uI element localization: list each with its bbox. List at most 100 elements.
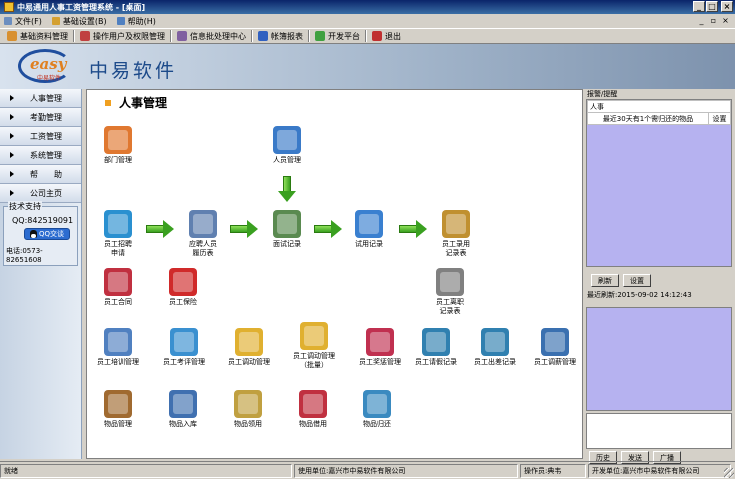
alert-settings-link[interactable]: 设置 [708, 112, 731, 125]
status-bar: 就绪 使用单位:嘉兴市中易软件有限公司 操作员:典韦 开发单位:嘉兴市中易软件有… [0, 461, 735, 479]
item-label: 员工调动管理 （批量） [293, 352, 335, 369]
toolbar-separator [365, 30, 367, 42]
help-menu-icon [116, 17, 125, 25]
alert-row[interactable]: 最近30天有1个需归还的物品 设置 [587, 112, 731, 125]
menu-basic-settings[interactable]: 基础设置(B) [51, 16, 107, 27]
item-label: 物品借用 [299, 420, 327, 428]
logo: easy [30, 55, 67, 73]
arrow-right-icon [10, 171, 14, 177]
goods-in-item[interactable]: 物品入库 [148, 390, 218, 429]
mdi-restore-button[interactable]: ▫ [708, 15, 719, 26]
resume-item[interactable]: 应聘人员 履历表 [168, 210, 238, 258]
nav-item-attendance[interactable]: 考勤管理 [0, 108, 81, 127]
title-bar: 中易通用人事工资管理系统 - [桌面] _ □ × [0, 0, 735, 14]
close-button[interactable]: × [721, 1, 733, 12]
nav-item-help[interactable]: 帮 助 [0, 165, 81, 184]
arrow-right-icon [10, 152, 14, 158]
alert-text: 最近30天有1个需归还的物品 [587, 112, 709, 125]
goods-use-item[interactable]: 物品领用 [213, 390, 283, 429]
title-square-icon [105, 99, 111, 106]
dept-management-item[interactable]: 部门管理 [83, 126, 153, 165]
message-area [586, 307, 732, 411]
personnel-icon [273, 126, 301, 154]
nav-label: 公司主页 [30, 188, 62, 198]
salary-adjust-item[interactable]: 员工调薪管理 [520, 328, 590, 367]
folder-icon [7, 31, 17, 41]
item-label: 员工调薪管理 [534, 358, 576, 366]
item-label: 物品入库 [169, 420, 197, 428]
flow-arrow-down [278, 176, 296, 202]
maximize-button[interactable]: □ [706, 1, 718, 12]
toolbar-basic-data-button[interactable]: 基础资料管理 [4, 29, 71, 43]
book-icon [258, 31, 268, 41]
resign-icon [436, 268, 464, 296]
nav-label: 工资管理 [30, 131, 62, 141]
goods-borrow-item[interactable]: 物品借用 [278, 390, 348, 429]
item-label: 员工调动管理 [228, 358, 270, 366]
arrow-right-icon [10, 133, 14, 139]
mdi-close-button[interactable]: × [720, 15, 731, 26]
mdi-minimize-button[interactable]: _ [696, 15, 707, 26]
trial-icon [355, 210, 383, 238]
transfer-item[interactable]: 员工调动管理 [214, 328, 284, 367]
menu-help[interactable]: 帮助(H) [116, 16, 156, 27]
toolbar-batch-center-button[interactable]: 信息批处理中心 [174, 29, 249, 43]
item-label: 员工招聘 申请 [104, 240, 132, 257]
leave-request-icon [422, 328, 450, 356]
message-input[interactable] [586, 413, 732, 449]
toolbar-reports-button[interactable]: 帐簿报表 [255, 29, 306, 43]
resume-icon [189, 210, 217, 238]
goods-management-item[interactable]: 物品管理 [83, 390, 153, 429]
tech-support-legend: 技术支持 [8, 201, 42, 212]
toolbar-label: 开发平台 [328, 31, 360, 41]
nav-label: 帮 助 [30, 169, 62, 179]
toolbar-user-permission-button[interactable]: 操作用户及权限管理 [77, 29, 168, 43]
file-menu-icon [4, 17, 12, 25]
toolbar-dev-platform-button[interactable]: 开发平台 [312, 29, 363, 43]
item-label: 员工奖惩管理 [359, 358, 401, 366]
nav-label: 系统管理 [30, 150, 62, 160]
page-title: 人事管理 [105, 94, 167, 111]
toolbar-exit-button[interactable]: 退出 [369, 29, 404, 43]
qq-number: QQ:842519091 [12, 216, 74, 225]
insurance-icon [169, 268, 197, 296]
last-refresh-time: 最近刷新:2015-09-02 14:12:43 [587, 291, 692, 299]
insurance-item[interactable]: 员工保险 [148, 268, 218, 307]
item-label: 员工合同 [104, 298, 132, 306]
recruit-icon [104, 210, 132, 238]
appraisal-item[interactable]: 员工考评管理 [149, 328, 219, 367]
item-label: 物品领用 [234, 420, 262, 428]
status-operator: 操作员:典韦 [520, 463, 586, 478]
goods-return-item[interactable]: 物品归还 [342, 390, 412, 429]
trial-item[interactable]: 试用记录 [334, 210, 404, 249]
qq-chat-button[interactable]: QQ交谈 [24, 228, 70, 240]
qq-penguin-icon [29, 230, 37, 238]
interview-item[interactable]: 面试记录 [252, 210, 322, 249]
exit-icon [372, 31, 382, 41]
status-user-unit: 使用单位:嘉兴市中易软件有限公司 [294, 463, 518, 478]
training-item[interactable]: 员工培训管理 [83, 328, 153, 367]
support-phone: 电话:0573-82651608 [6, 247, 43, 264]
hire-record-item[interactable]: 员工录用 记录表 [421, 210, 491, 258]
item-label: 员工离职 记录表 [436, 298, 464, 315]
minimize-button[interactable]: _ [693, 1, 705, 12]
contract-item[interactable]: 员工合同 [83, 268, 153, 307]
staff-management-item[interactable]: 人员管理 [252, 126, 322, 165]
batch-transfer-item[interactable]: 员工调动管理 （批量） [279, 322, 349, 370]
settings-button[interactable]: 设置 [623, 274, 651, 287]
menu-file[interactable]: 文件(F) [4, 16, 42, 27]
resign-record-item[interactable]: 员工离职 记录表 [415, 268, 485, 316]
hire-icon [442, 210, 470, 238]
nav-item-salary[interactable]: 工资管理 [0, 127, 81, 146]
recruit-apply-item[interactable]: 员工招聘 申请 [83, 210, 153, 258]
item-label: 物品归还 [363, 420, 391, 428]
window-title: 中易通用人事工资管理系统 - [桌面] [17, 2, 146, 12]
refresh-button[interactable]: 刷新 [591, 274, 619, 287]
nav-item-system[interactable]: 系统管理 [0, 146, 81, 165]
item-label: 人员管理 [273, 156, 301, 164]
main-desktop: 人事管理 部门管理 人员管理 员工招聘 申请 应聘人员 履历表 面试记录 试用记… [86, 89, 583, 459]
nav-item-personnel[interactable]: 人事管理 [0, 89, 81, 108]
goods-return-icon [363, 390, 391, 418]
resize-grip[interactable] [724, 468, 734, 478]
toolbar-label: 操作用户及权限管理 [93, 31, 165, 41]
